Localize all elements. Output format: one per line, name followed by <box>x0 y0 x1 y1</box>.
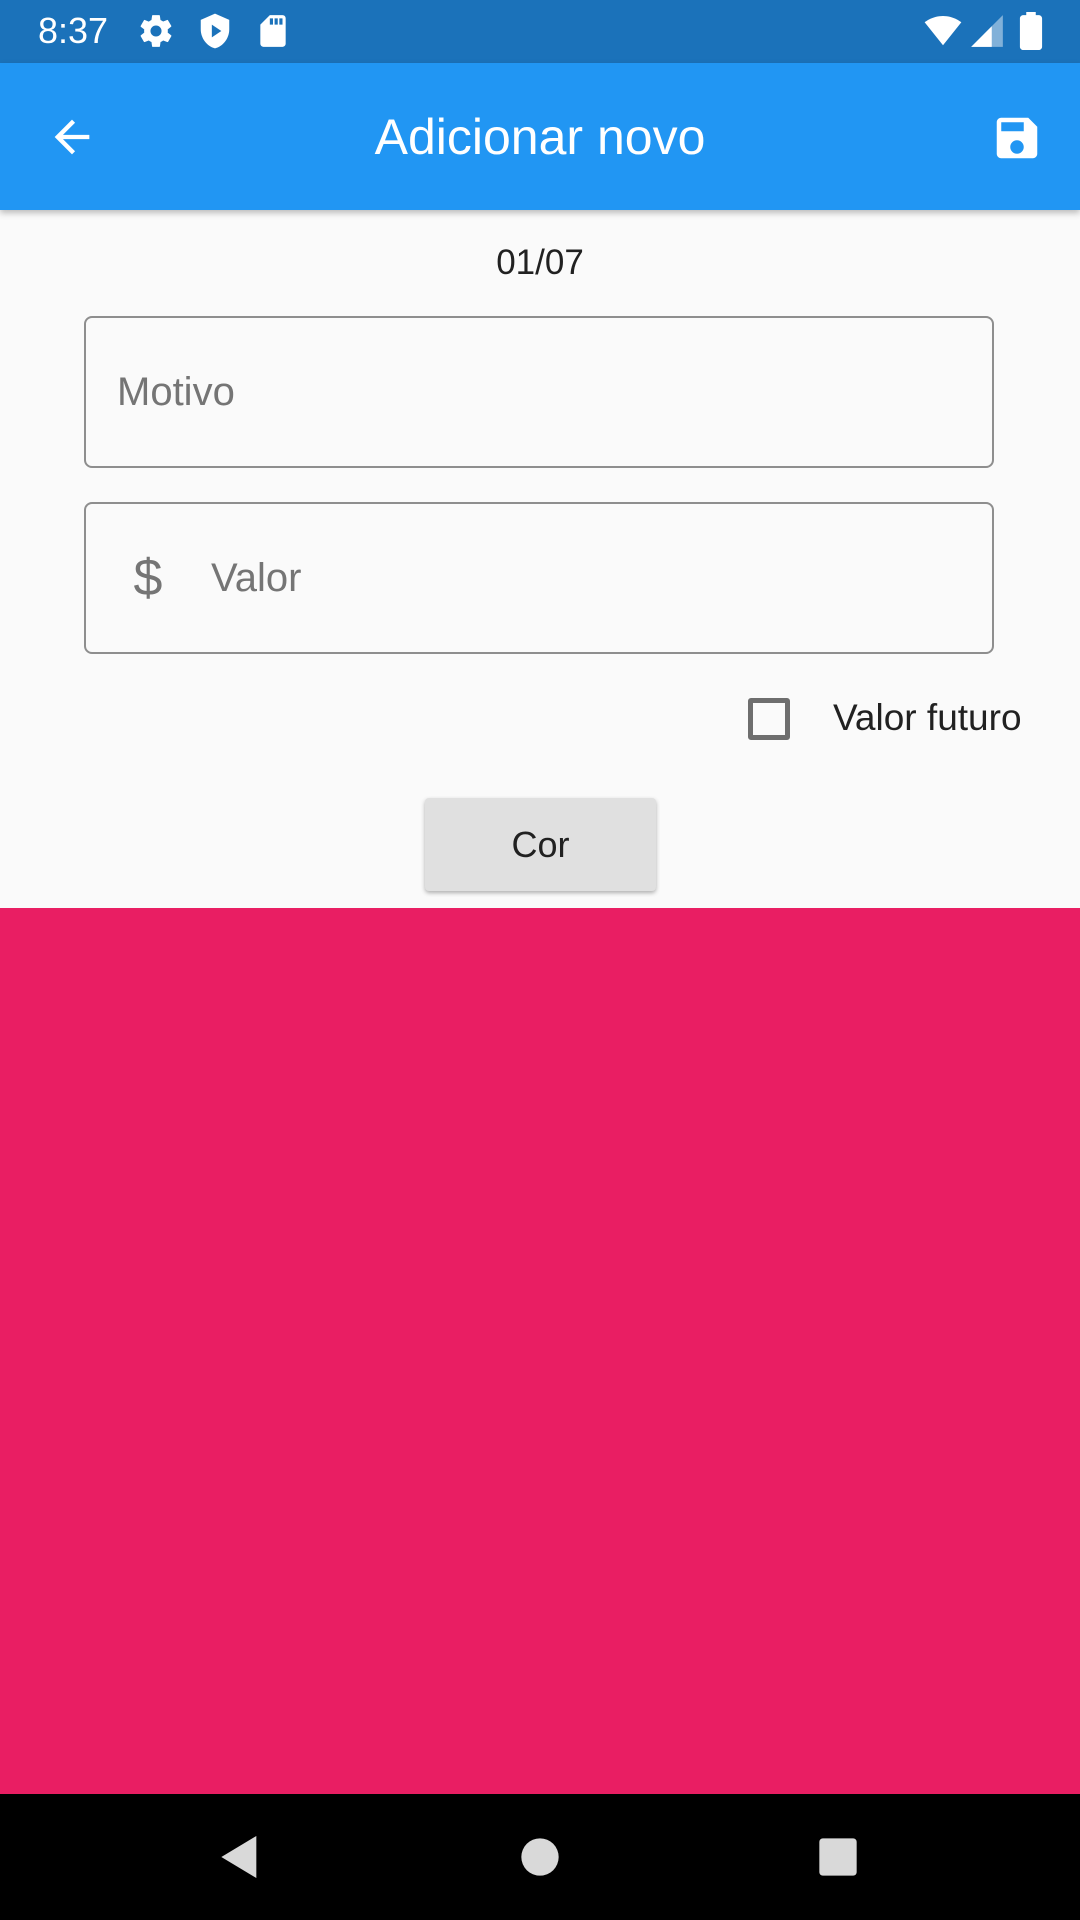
recents-square-icon[interactable] <box>810 1829 866 1885</box>
home-circle-icon[interactable] <box>512 1829 568 1885</box>
status-bar: 8:37 <box>0 0 1080 63</box>
shield-play-icon <box>196 12 234 50</box>
save-icon[interactable] <box>990 111 1044 165</box>
dollar-icon: $ <box>133 549 163 607</box>
page-title: Adicionar novo <box>374 109 706 165</box>
nav-bar <box>0 1794 1080 1920</box>
date-label[interactable]: 01/07 <box>0 242 1080 284</box>
color-button[interactable]: Cor <box>425 798 656 891</box>
settings-icon <box>137 12 175 50</box>
valor-field[interactable]: $ <box>84 502 994 654</box>
valor-input[interactable] <box>211 504 972 652</box>
sd-card-icon <box>254 12 292 50</box>
color-preview <box>0 908 1080 1794</box>
screen: 8:37 Adicionar novo 01/07 Motivo $ Valor… <box>0 0 1080 1920</box>
motivo-input[interactable] <box>117 318 972 466</box>
battery-icon <box>1014 12 1048 50</box>
wifi-icon <box>920 12 966 50</box>
status-time: 8:37 <box>38 10 109 51</box>
cell-signal-icon <box>968 12 1006 50</box>
motivo-field[interactable] <box>84 316 994 468</box>
back-triangle-icon[interactable] <box>212 1829 268 1885</box>
app-bar: Adicionar novo <box>0 63 1080 210</box>
future-value-checkbox[interactable] <box>748 698 790 740</box>
future-value-label: Valor futuro <box>833 697 1022 738</box>
